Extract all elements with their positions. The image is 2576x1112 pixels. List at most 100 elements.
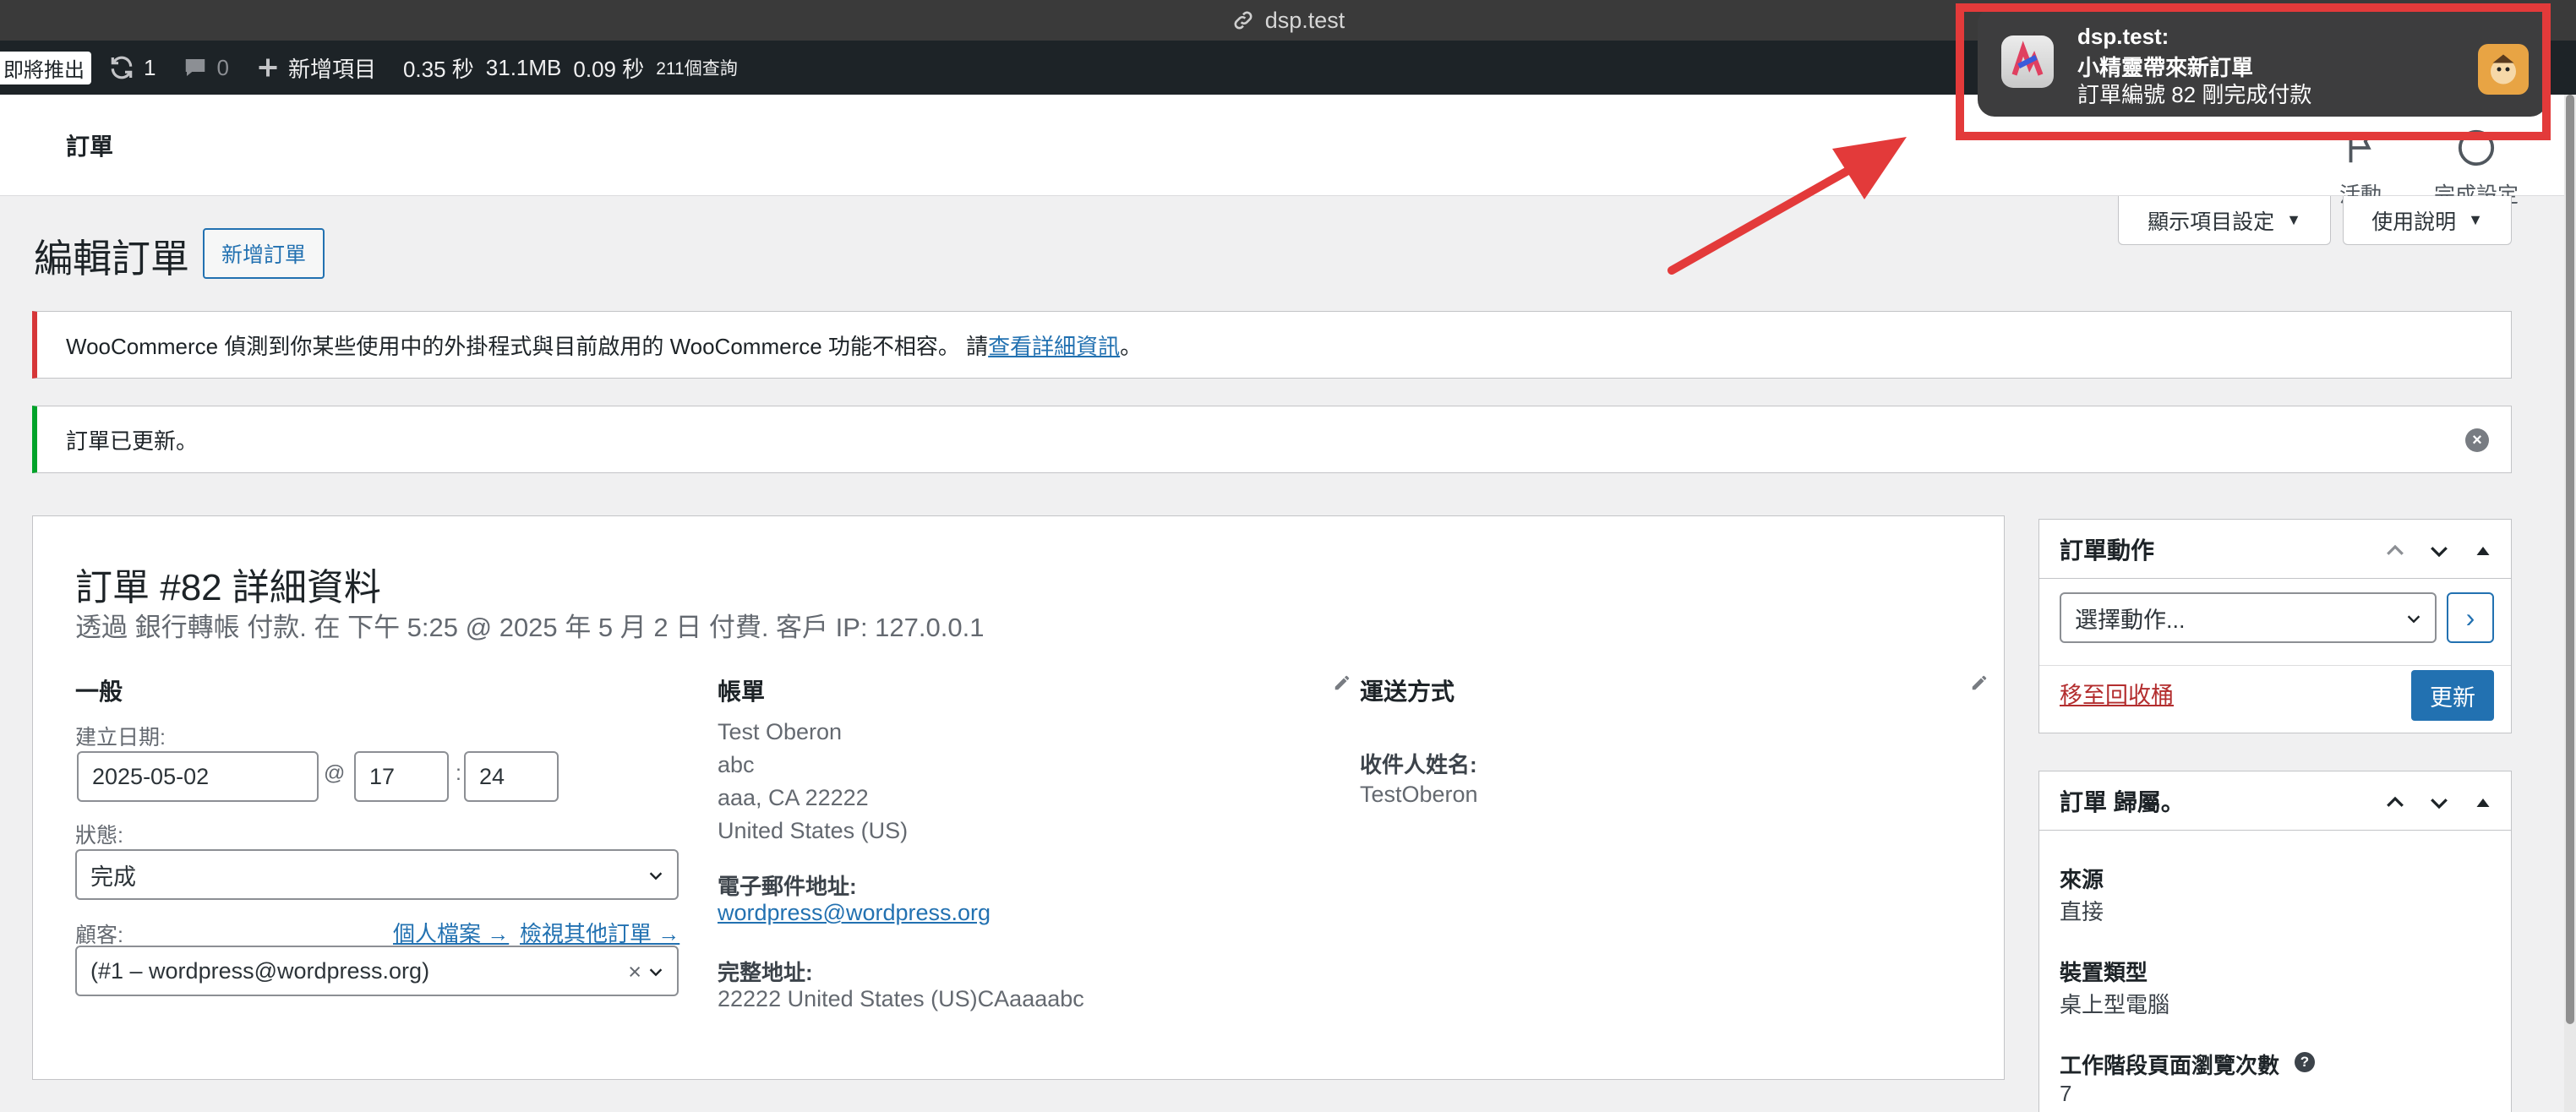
- edit-pencil-icon[interactable]: [1970, 673, 1989, 692]
- status-value: 完成: [90, 864, 136, 890]
- refresh-icon: [111, 56, 133, 79]
- triangle-up-icon[interactable]: [2470, 538, 2496, 564]
- updates-button[interactable]: 1: [108, 54, 156, 81]
- billing-column: 帳單 Test Oberon abc aaa, CA 22222 United …: [718, 673, 1360, 1062]
- order-action-value: 選擇動作...: [2075, 607, 2186, 633]
- box-controls: [2382, 538, 2496, 564]
- help-label: 使用說明: [2371, 210, 2457, 234]
- chevron-up-icon[interactable]: [2382, 790, 2408, 815]
- at-separator: @: [324, 761, 346, 785]
- billing-line: Test Oberon: [718, 719, 843, 744]
- chevron-up-icon[interactable]: [2382, 538, 2408, 564]
- box-controls: [2382, 790, 2496, 815]
- screen-options-label: 顯示項目設定: [2148, 210, 2275, 234]
- time-separator: :: [456, 761, 461, 785]
- chevron-down-icon: [649, 968, 663, 977]
- billing-line: aaa, CA 22222: [718, 785, 869, 810]
- order-heading: 訂單 #82 詳細資料: [75, 567, 381, 608]
- triangle-up-icon[interactable]: [2470, 790, 2496, 815]
- updated-text: 訂單已更新。: [66, 428, 199, 454]
- order-actions-title: 訂單動作: [2060, 537, 2155, 564]
- update-button[interactable]: 更新: [2411, 670, 2494, 721]
- email-label: 電子郵件地址:: [718, 874, 857, 899]
- chevron-down-icon: [2407, 615, 2420, 624]
- edit-pencil-icon[interactable]: [1333, 673, 1351, 692]
- incompatibility-notice: WooCommerce 偵測到你某些使用中的外掛程式與目前啟用的 WooComm…: [32, 311, 2512, 379]
- device-label: 裝置類型: [2060, 960, 2148, 985]
- order-subheading: 透過 銀行轉帳 付款. 在 下午 5:25 @ 2025 年 5 月 2 日 付…: [75, 613, 985, 642]
- new-item-label: 新增項目: [287, 56, 376, 82]
- recipient-value: TestOberon: [1360, 782, 1478, 807]
- attribution-title: 訂單 歸屬。: [2060, 788, 2185, 815]
- chevron-down-icon[interactable]: [2426, 538, 2452, 564]
- attribution-header[interactable]: 訂單 歸屬。: [2039, 771, 2511, 831]
- order-status-select[interactable]: 完成: [75, 849, 679, 900]
- status-label: 狀態:: [75, 824, 123, 848]
- help-tab[interactable]: 使用說明 ▼: [2343, 196, 2512, 245]
- billing-title: 帳單: [718, 679, 766, 705]
- order-action-select[interactable]: 選擇動作...: [2060, 592, 2437, 643]
- screen-options-tab[interactable]: 顯示項目設定 ▼: [2118, 196, 2331, 245]
- general-title: 一般: [75, 679, 123, 705]
- recipient-label: 收件人姓名:: [1360, 752, 1477, 777]
- stat-page-time: 0.35 秒: [402, 56, 474, 82]
- scrollbar-thumb[interactable]: [2566, 95, 2574, 1024]
- help-icon[interactable]: ?: [2295, 1052, 2315, 1072]
- order-hour-input[interactable]: 17: [354, 751, 449, 802]
- details-link[interactable]: 查看詳細資訊: [988, 330, 1120, 361]
- stat-db-time: 0.09 秒: [573, 56, 645, 82]
- customer-profile-link[interactable]: 個人檔案 →: [393, 917, 509, 948]
- device-value: 桌上型電腦: [2060, 992, 2170, 1017]
- query-monitor-stats[interactable]: 0.35 秒 31.1MB 0.09 秒 211個查詢: [403, 52, 738, 84]
- clear-icon[interactable]: ×: [628, 959, 641, 985]
- add-order-button[interactable]: 新增訂單: [203, 228, 325, 279]
- shipping-title: 運送方式: [1360, 679, 1455, 705]
- chevron-down-icon[interactable]: [2426, 790, 2452, 815]
- other-orders-link[interactable]: 檢視其他訂單 →: [520, 917, 679, 948]
- order-actions-header[interactable]: 訂單動作: [2039, 520, 2511, 579]
- link-icon: [1234, 11, 1253, 30]
- apply-action-button[interactable]: ›: [2447, 592, 2494, 643]
- triangle-down-icon: ▼: [2286, 211, 2301, 228]
- billing-line: United States (US): [718, 818, 909, 843]
- order-data-panel: 訂單 #82 詳細資料 透過 銀行轉帳 付款. 在 下午 5:25 @ 2025…: [32, 515, 2005, 1080]
- customer-select[interactable]: (#1 – wordpress@wordpress.org) ×: [75, 946, 679, 996]
- incompat-end: 。: [1120, 333, 1143, 359]
- page-title: 編輯訂單: [34, 237, 189, 281]
- source-value: 直接: [2060, 899, 2104, 924]
- general-column: 一般 建立日期: 2025-05-02 @ 17 : 24 狀態: 完成 顧客:…: [75, 673, 718, 1062]
- dismiss-icon[interactable]: ×: [2465, 428, 2489, 452]
- page-scrollbar[interactable]: [2564, 95, 2576, 1112]
- new-item-button[interactable]: 新增項目: [256, 52, 376, 84]
- customer-label: 顧客:: [75, 924, 123, 947]
- pageviews-value: 7: [2060, 1081, 2072, 1106]
- browser-url[interactable]: dsp.test: [1265, 8, 1345, 34]
- pageviews-label: 工作階段頁面瀏覽次數: [2060, 1053, 2280, 1078]
- order-date-input[interactable]: 2025-05-02: [77, 751, 319, 802]
- move-to-trash-link[interactable]: 移至回收桶: [2060, 677, 2174, 710]
- source-label: 來源: [2060, 867, 2104, 892]
- created-date-label: 建立日期:: [75, 726, 166, 750]
- updates-count: 1: [144, 54, 156, 80]
- billing-address: Test Oberon abc aaa, CA 22222 United Sta…: [718, 716, 1309, 848]
- billing-email-link[interactable]: wordpress@wordpress.org: [718, 900, 991, 926]
- plus-icon: [259, 58, 277, 77]
- order-updated-notice: 訂單已更新。 ×: [32, 406, 2512, 473]
- coming-soon-badge[interactable]: 即將推出: [0, 51, 91, 84]
- customer-value: (#1 – wordpress@wordpress.org): [90, 957, 430, 984]
- triangle-down-icon: ▼: [2468, 211, 2483, 228]
- shipping-column: 運送方式 收件人姓名: TestOberon: [1360, 673, 2002, 927]
- stat-memory: 31.1MB: [485, 54, 562, 80]
- chevron-down-icon: [649, 872, 663, 880]
- annotation-highlight-box: [1956, 3, 2551, 140]
- full-address-value: 22222 United States (US)CAaaaabc: [718, 986, 1084, 1011]
- incompat-text: WooCommerce 偵測到你某些使用中的外掛程式與目前啟用的 WooComm…: [66, 333, 989, 359]
- order-actions-box: 訂單動作 選擇動作... › 移至回收桶 更新: [2038, 519, 2512, 733]
- comments-button[interactable]: 0: [183, 54, 229, 81]
- header-title: 訂單: [66, 134, 114, 160]
- billing-line: abc: [718, 752, 755, 777]
- order-attribution-box: 訂單 歸屬。 來源 直接 裝置類型 桌上型電腦 工作階段頁面瀏覽次數 ? 7: [2038, 771, 2512, 1112]
- comments-count: 0: [216, 54, 229, 80]
- order-minute-input[interactable]: 24: [464, 751, 559, 802]
- comment-icon: [186, 59, 205, 76]
